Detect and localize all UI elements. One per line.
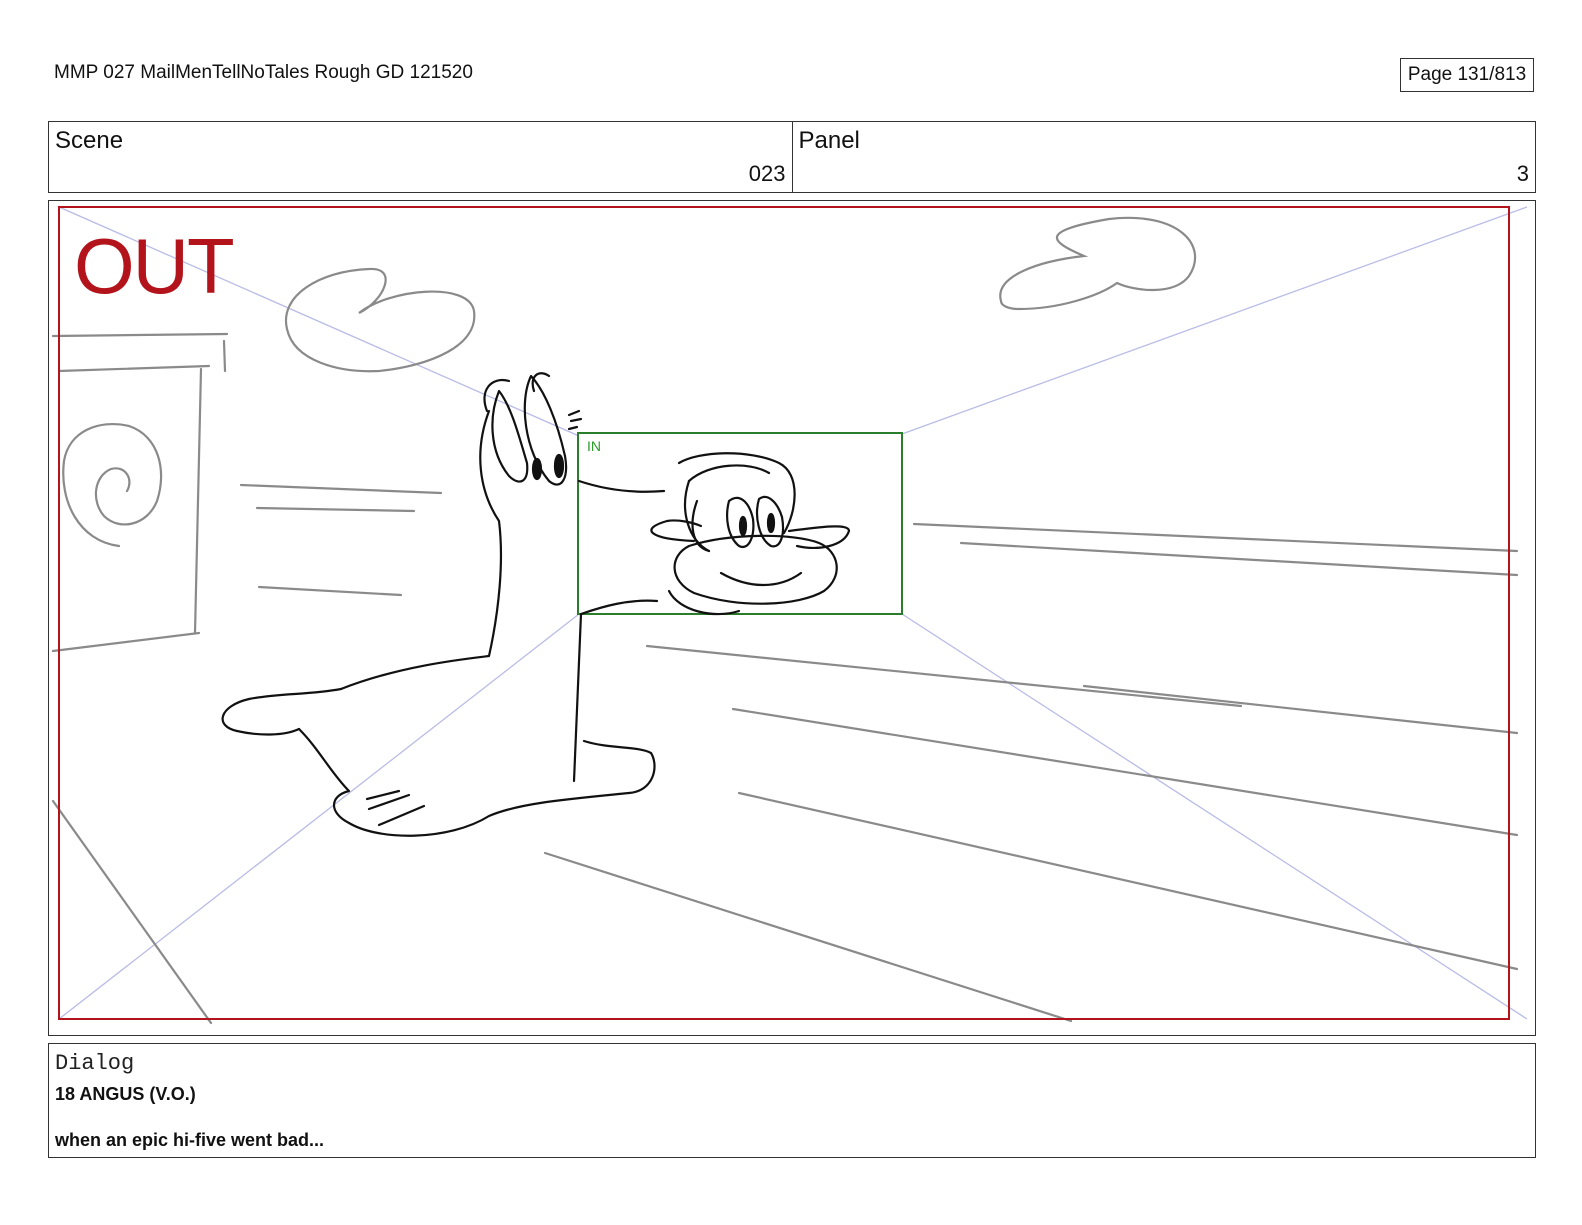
panel-label: Panel bbox=[798, 127, 860, 154]
dialog-box: Dialog 18 ANGUS (V.O.) when an epic hi-f… bbox=[48, 1043, 1536, 1158]
page-indicator: Page 131/813 bbox=[1400, 58, 1534, 92]
scene-cell: Scene 023 bbox=[49, 122, 792, 192]
storyboard-frame: OUT IN bbox=[48, 200, 1536, 1036]
scene-label: Scene bbox=[55, 127, 124, 154]
background-sketch bbox=[51, 216, 1519, 1025]
out-frame-label: OUT bbox=[74, 222, 235, 310]
dialog-speaker: 18 ANGUS (V.O.) bbox=[55, 1084, 196, 1104]
document-title: MMP 027 MailMenTellNoTales Rough GD 1215… bbox=[54, 62, 473, 83]
seal-character bbox=[221, 372, 851, 837]
panel-number: 3 bbox=[1516, 161, 1529, 186]
storyboard-sketch bbox=[51, 206, 1528, 1025]
dialog-heading: Dialog bbox=[55, 1051, 135, 1076]
scene-number: 023 bbox=[748, 161, 786, 186]
scene-panel-row: Scene 023 Panel 3 bbox=[48, 121, 1536, 193]
panel-cell: Panel 3 bbox=[791, 122, 1536, 192]
in-frame-label: IN bbox=[587, 438, 601, 454]
dialog-line: when an epic hi-five went bad... bbox=[55, 1130, 325, 1150]
